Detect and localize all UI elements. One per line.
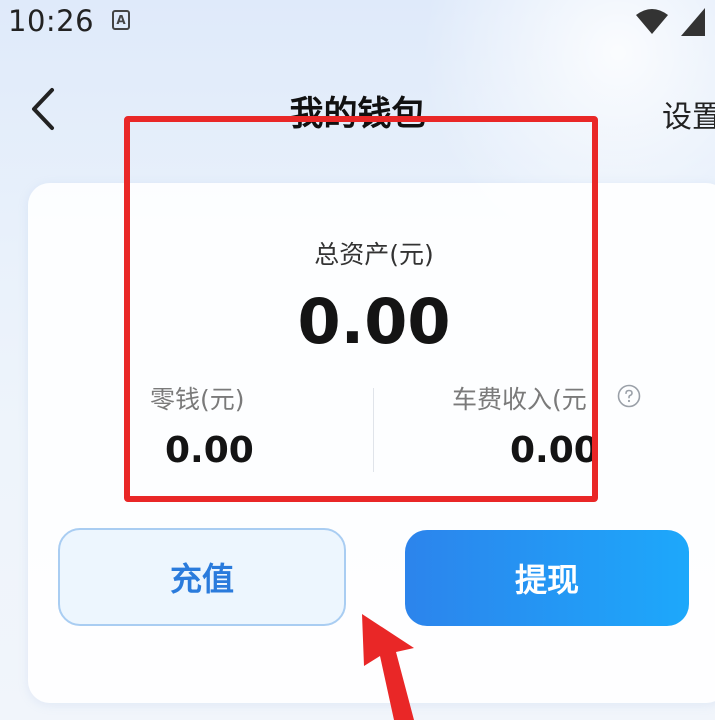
status-bar: 10:26 A [0, 0, 715, 48]
change-balance-label: 零钱(元) [150, 385, 245, 414]
change-balance-value: 0.00 [165, 430, 254, 471]
page-title: 我的钱包 [289, 94, 426, 134]
status-icons [635, 8, 705, 36]
fare-income-value: 0.00 [510, 430, 599, 471]
withdraw-button[interactable]: 提现 [405, 530, 689, 626]
status-time: 10:26 [8, 4, 95, 38]
fare-income-label: 车费收入(元 [452, 385, 587, 414]
recharge-button[interactable]: 充值 [58, 528, 346, 626]
total-assets-value: 0.00 [297, 285, 451, 358]
wifi-icon [636, 9, 668, 34]
signal-icon [681, 8, 705, 36]
total-assets-label: 总资产(元) [314, 240, 434, 269]
settings-link[interactable]: 设置 [662, 92, 715, 136]
question-circle-icon[interactable] [617, 384, 641, 408]
notification-icon: A [112, 10, 130, 30]
balance-divider [373, 388, 374, 472]
